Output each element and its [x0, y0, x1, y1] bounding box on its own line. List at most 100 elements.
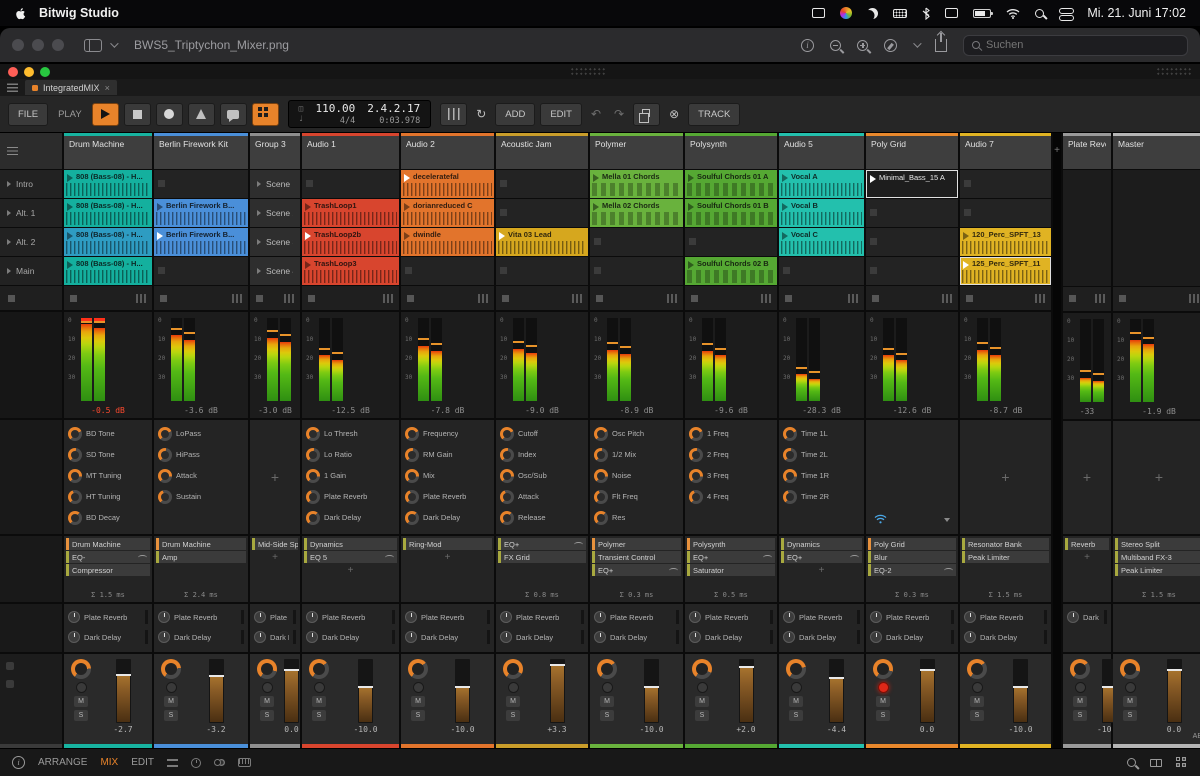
- mute-button[interactable]: M: [506, 696, 520, 707]
- track-header[interactable]: Plate Reve: [1063, 133, 1111, 169]
- clip[interactable]: Vocal A: [779, 170, 864, 198]
- fader-handle[interactable]: [919, 668, 935, 671]
- macro-knob[interactable]: [405, 510, 419, 525]
- pan-knob[interactable]: [597, 659, 617, 679]
- clip-slot-empty[interactable]: [779, 257, 864, 285]
- device-item[interactable]: FX Grid: [498, 551, 586, 563]
- send-knob[interactable]: [306, 631, 318, 643]
- device-item[interactable]: Transient Control: [592, 551, 681, 563]
- clip-slot-empty[interactable]: [401, 257, 494, 285]
- stop-clips-button[interactable]: [691, 294, 698, 302]
- track-header[interactable]: Audio 1: [302, 133, 399, 169]
- macro-knob[interactable]: [783, 489, 797, 504]
- clip-slot-empty[interactable]: [302, 170, 399, 198]
- device-item[interactable]: Polymer: [592, 538, 681, 550]
- clip[interactable]: Vocal B: [779, 199, 864, 227]
- fader-handle[interactable]: [358, 685, 373, 688]
- fader-handle[interactable]: [1166, 668, 1182, 671]
- zoom-in-icon[interactable]: [857, 39, 868, 51]
- clip[interactable]: Mella 01 Chords: [590, 170, 683, 198]
- macro-knob[interactable]: [158, 468, 172, 483]
- clip-slot-empty[interactable]: [685, 228, 777, 256]
- apple-menu-icon[interactable]: [14, 6, 27, 21]
- solo-button[interactable]: S: [600, 710, 614, 721]
- send-knob[interactable]: [1067, 611, 1079, 624]
- info-icon[interactable]: i: [801, 38, 814, 52]
- group-scene-slot[interactable]: Scene 4: [250, 257, 300, 285]
- clip[interactable]: Mella 02 Chords: [590, 199, 683, 227]
- send-knob[interactable]: [500, 631, 512, 643]
- macro-knob[interactable]: [689, 489, 703, 504]
- sidebar-toggle-icon[interactable]: [84, 38, 102, 52]
- close-window-button[interactable]: [12, 39, 24, 51]
- stop-clips-button[interactable]: [966, 294, 973, 302]
- record-arm-button[interactable]: [1124, 682, 1136, 694]
- macro-knob[interactable]: [500, 489, 514, 504]
- record-arm-button[interactable]: [696, 682, 708, 693]
- clip[interactable]: 808 (Bass-08) - H...: [64, 228, 152, 256]
- track-header[interactable]: Audio 5: [779, 133, 864, 169]
- macro-knob[interactable]: [306, 510, 320, 525]
- macro-knob[interactable]: [500, 510, 514, 525]
- add-device-button[interactable]: +: [252, 552, 298, 563]
- send-knob[interactable]: [405, 631, 417, 643]
- device-item[interactable]: Ring-Mod: [403, 538, 492, 550]
- edit-view-button[interactable]: EDIT: [131, 757, 154, 768]
- clip-slot-empty[interactable]: [154, 170, 248, 198]
- device-item[interactable]: EQ-: [66, 551, 150, 563]
- group-scene-slot[interactable]: Scene 2: [250, 199, 300, 227]
- device-item[interactable]: EQ+: [687, 551, 775, 563]
- panel-toggle-icon[interactable]: [6, 662, 14, 670]
- send-knob[interactable]: [68, 631, 80, 643]
- link-icon[interactable]: [214, 759, 222, 766]
- clip-slot-empty[interactable]: [154, 257, 248, 285]
- clip[interactable]: deceleratefal: [401, 170, 494, 198]
- zoom-window-button[interactable]: [40, 66, 50, 77]
- record-arm-button[interactable]: [601, 682, 613, 693]
- macro-knob[interactable]: [405, 489, 419, 504]
- macro-knob[interactable]: [500, 447, 514, 462]
- delete-button[interactable]: ⊗: [665, 103, 683, 126]
- fader-handle[interactable]: [208, 674, 224, 677]
- device-item[interactable]: Drum Machine: [156, 538, 246, 550]
- macro-knob[interactable]: [306, 426, 320, 441]
- track-header[interactable]: Drum Machine: [64, 133, 152, 169]
- solo-button[interactable]: S: [74, 710, 88, 721]
- macro-knob[interactable]: [689, 468, 703, 483]
- file-menu-button[interactable]: FILE: [8, 102, 49, 126]
- device-item[interactable]: EQ 5: [304, 551, 397, 563]
- send-knob[interactable]: [964, 611, 976, 623]
- play-button[interactable]: [91, 102, 119, 126]
- minimize-window-button[interactable]: [32, 39, 44, 51]
- metronome-button[interactable]: [187, 102, 215, 126]
- solo-button[interactable]: S: [506, 710, 520, 721]
- macro-knob[interactable]: [594, 426, 608, 441]
- pan-knob[interactable]: [692, 659, 712, 679]
- record-arm-button[interactable]: [971, 682, 983, 693]
- clip-slot-empty[interactable]: [496, 170, 588, 198]
- pan-knob[interactable]: [71, 659, 91, 679]
- macro-knob[interactable]: [594, 447, 608, 462]
- fader-handle[interactable]: [549, 664, 565, 667]
- zoom-window-button[interactable]: [52, 39, 64, 51]
- track-header[interactable]: Group 3: [250, 133, 300, 169]
- record-arm-button[interactable]: [412, 682, 424, 693]
- mute-button[interactable]: M: [1123, 696, 1137, 708]
- mute-button[interactable]: M: [260, 696, 274, 707]
- keyboard-icon[interactable]: [893, 8, 908, 18]
- pan-knob[interactable]: [161, 659, 181, 679]
- send-knob[interactable]: [870, 631, 882, 643]
- track-header[interactable]: Acoustic Jam: [496, 133, 588, 169]
- send-knob[interactable]: [254, 611, 266, 623]
- send-knob[interactable]: [689, 611, 701, 623]
- stop-clips-button[interactable]: [596, 294, 603, 302]
- knob-panel-icon[interactable]: [191, 757, 202, 768]
- add-remote-control-button[interactable]: +: [1001, 469, 1009, 485]
- clip[interactable]: Soulful Chords 01 A: [685, 170, 777, 198]
- volume-fader[interactable]: [208, 659, 224, 723]
- layers-icon[interactable]: [167, 758, 179, 767]
- send-knob[interactable]: [689, 631, 701, 643]
- stop-clips-button[interactable]: [407, 294, 414, 302]
- volume-fader[interactable]: [829, 659, 844, 723]
- clip-slot-empty[interactable]: [866, 257, 958, 285]
